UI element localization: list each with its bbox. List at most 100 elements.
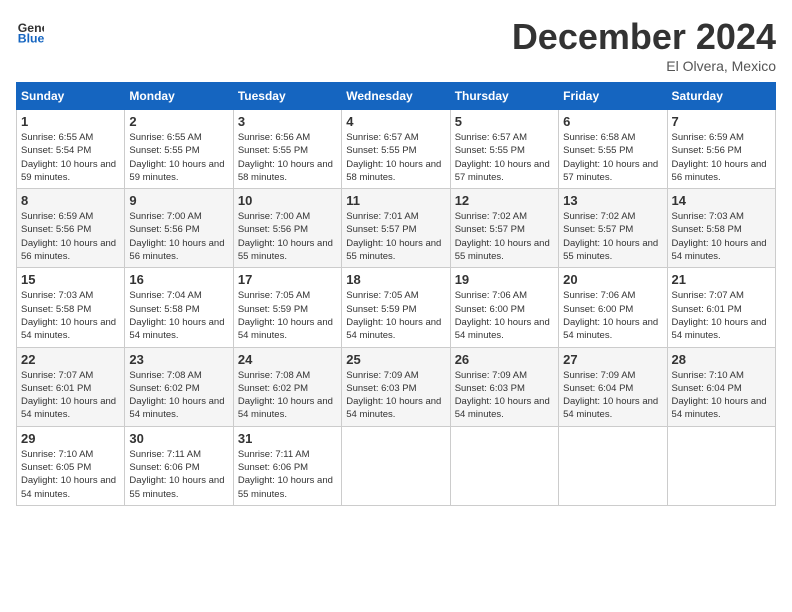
cell-info: Sunrise: 7:02 AM Sunset: 5:57 PM Dayligh… bbox=[563, 210, 662, 263]
day-number: 26 bbox=[455, 352, 554, 367]
table-row: 1 Sunrise: 6:55 AM Sunset: 5:54 PM Dayli… bbox=[17, 110, 125, 189]
table-row: 5 Sunrise: 6:57 AM Sunset: 5:55 PM Dayli… bbox=[450, 110, 558, 189]
cell-info: Sunrise: 7:11 AM Sunset: 6:06 PM Dayligh… bbox=[238, 448, 337, 501]
day-number: 2 bbox=[129, 114, 228, 129]
cell-info: Sunrise: 6:59 AM Sunset: 5:56 PM Dayligh… bbox=[672, 131, 771, 184]
day-number: 6 bbox=[563, 114, 662, 129]
week-row: 29 Sunrise: 7:10 AM Sunset: 6:05 PM Dayl… bbox=[17, 426, 776, 505]
cell-info: Sunrise: 6:56 AM Sunset: 5:55 PM Dayligh… bbox=[238, 131, 337, 184]
col-tuesday: Tuesday bbox=[233, 83, 341, 110]
day-number: 19 bbox=[455, 272, 554, 287]
table-row: 3 Sunrise: 6:56 AM Sunset: 5:55 PM Dayli… bbox=[233, 110, 341, 189]
day-number: 24 bbox=[238, 352, 337, 367]
table-row: 21 Sunrise: 7:07 AM Sunset: 6:01 PM Dayl… bbox=[667, 268, 775, 347]
table-row bbox=[450, 426, 558, 505]
table-row: 27 Sunrise: 7:09 AM Sunset: 6:04 PM Dayl… bbox=[559, 347, 667, 426]
month-title: December 2024 bbox=[512, 16, 776, 58]
day-number: 7 bbox=[672, 114, 771, 129]
day-number: 11 bbox=[346, 193, 445, 208]
table-row: 13 Sunrise: 7:02 AM Sunset: 5:57 PM Dayl… bbox=[559, 189, 667, 268]
table-row: 22 Sunrise: 7:07 AM Sunset: 6:01 PM Dayl… bbox=[17, 347, 125, 426]
cell-info: Sunrise: 7:01 AM Sunset: 5:57 PM Dayligh… bbox=[346, 210, 445, 263]
col-sunday: Sunday bbox=[17, 83, 125, 110]
cell-info: Sunrise: 7:04 AM Sunset: 5:58 PM Dayligh… bbox=[129, 289, 228, 342]
table-row: 24 Sunrise: 7:08 AM Sunset: 6:02 PM Dayl… bbox=[233, 347, 341, 426]
day-number: 1 bbox=[21, 114, 120, 129]
day-number: 23 bbox=[129, 352, 228, 367]
header-row: Sunday Monday Tuesday Wednesday Thursday… bbox=[17, 83, 776, 110]
day-number: 10 bbox=[238, 193, 337, 208]
day-number: 30 bbox=[129, 431, 228, 446]
day-number: 27 bbox=[563, 352, 662, 367]
table-row: 16 Sunrise: 7:04 AM Sunset: 5:58 PM Dayl… bbox=[125, 268, 233, 347]
calendar-table: Sunday Monday Tuesday Wednesday Thursday… bbox=[16, 82, 776, 506]
cell-info: Sunrise: 7:08 AM Sunset: 6:02 PM Dayligh… bbox=[129, 369, 228, 422]
day-number: 28 bbox=[672, 352, 771, 367]
table-row: 30 Sunrise: 7:11 AM Sunset: 6:06 PM Dayl… bbox=[125, 426, 233, 505]
day-number: 14 bbox=[672, 193, 771, 208]
cell-info: Sunrise: 7:00 AM Sunset: 5:56 PM Dayligh… bbox=[129, 210, 228, 263]
day-number: 12 bbox=[455, 193, 554, 208]
table-row: 7 Sunrise: 6:59 AM Sunset: 5:56 PM Dayli… bbox=[667, 110, 775, 189]
cell-info: Sunrise: 7:10 AM Sunset: 6:05 PM Dayligh… bbox=[21, 448, 120, 501]
cell-info: Sunrise: 7:08 AM Sunset: 6:02 PM Dayligh… bbox=[238, 369, 337, 422]
table-row: 2 Sunrise: 6:55 AM Sunset: 5:55 PM Dayli… bbox=[125, 110, 233, 189]
cell-info: Sunrise: 6:57 AM Sunset: 5:55 PM Dayligh… bbox=[455, 131, 554, 184]
table-row: 28 Sunrise: 7:10 AM Sunset: 6:04 PM Dayl… bbox=[667, 347, 775, 426]
col-wednesday: Wednesday bbox=[342, 83, 450, 110]
svg-text:Blue: Blue bbox=[18, 31, 44, 44]
cell-info: Sunrise: 6:57 AM Sunset: 5:55 PM Dayligh… bbox=[346, 131, 445, 184]
table-row: 20 Sunrise: 7:06 AM Sunset: 6:00 PM Dayl… bbox=[559, 268, 667, 347]
table-row bbox=[559, 426, 667, 505]
logo: General Blue bbox=[16, 16, 44, 44]
table-row: 4 Sunrise: 6:57 AM Sunset: 5:55 PM Dayli… bbox=[342, 110, 450, 189]
cell-info: Sunrise: 7:00 AM Sunset: 5:56 PM Dayligh… bbox=[238, 210, 337, 263]
table-row bbox=[342, 426, 450, 505]
cell-info: Sunrise: 7:02 AM Sunset: 5:57 PM Dayligh… bbox=[455, 210, 554, 263]
cell-info: Sunrise: 6:55 AM Sunset: 5:54 PM Dayligh… bbox=[21, 131, 120, 184]
week-row: 22 Sunrise: 7:07 AM Sunset: 6:01 PM Dayl… bbox=[17, 347, 776, 426]
cell-info: Sunrise: 7:11 AM Sunset: 6:06 PM Dayligh… bbox=[129, 448, 228, 501]
table-row: 31 Sunrise: 7:11 AM Sunset: 6:06 PM Dayl… bbox=[233, 426, 341, 505]
cell-info: Sunrise: 7:06 AM Sunset: 6:00 PM Dayligh… bbox=[455, 289, 554, 342]
day-number: 4 bbox=[346, 114, 445, 129]
day-number: 31 bbox=[238, 431, 337, 446]
day-number: 21 bbox=[672, 272, 771, 287]
title-area: December 2024 El Olvera, Mexico bbox=[512, 16, 776, 74]
table-row: 25 Sunrise: 7:09 AM Sunset: 6:03 PM Dayl… bbox=[342, 347, 450, 426]
day-number: 9 bbox=[129, 193, 228, 208]
cell-info: Sunrise: 6:58 AM Sunset: 5:55 PM Dayligh… bbox=[563, 131, 662, 184]
header: General Blue December 2024 El Olvera, Me… bbox=[16, 16, 776, 74]
day-number: 15 bbox=[21, 272, 120, 287]
day-number: 5 bbox=[455, 114, 554, 129]
week-row: 1 Sunrise: 6:55 AM Sunset: 5:54 PM Dayli… bbox=[17, 110, 776, 189]
week-row: 8 Sunrise: 6:59 AM Sunset: 5:56 PM Dayli… bbox=[17, 189, 776, 268]
table-row: 8 Sunrise: 6:59 AM Sunset: 5:56 PM Dayli… bbox=[17, 189, 125, 268]
location-title: El Olvera, Mexico bbox=[512, 58, 776, 74]
day-number: 13 bbox=[563, 193, 662, 208]
day-number: 29 bbox=[21, 431, 120, 446]
table-row: 26 Sunrise: 7:09 AM Sunset: 6:03 PM Dayl… bbox=[450, 347, 558, 426]
day-number: 17 bbox=[238, 272, 337, 287]
cell-info: Sunrise: 7:05 AM Sunset: 5:59 PM Dayligh… bbox=[346, 289, 445, 342]
table-row bbox=[667, 426, 775, 505]
cell-info: Sunrise: 7:07 AM Sunset: 6:01 PM Dayligh… bbox=[21, 369, 120, 422]
day-number: 18 bbox=[346, 272, 445, 287]
table-row: 9 Sunrise: 7:00 AM Sunset: 5:56 PM Dayli… bbox=[125, 189, 233, 268]
col-monday: Monday bbox=[125, 83, 233, 110]
logo-icon: General Blue bbox=[16, 16, 44, 44]
cell-info: Sunrise: 6:59 AM Sunset: 5:56 PM Dayligh… bbox=[21, 210, 120, 263]
cell-info: Sunrise: 7:07 AM Sunset: 6:01 PM Dayligh… bbox=[672, 289, 771, 342]
cell-info: Sunrise: 7:09 AM Sunset: 6:03 PM Dayligh… bbox=[346, 369, 445, 422]
table-row: 18 Sunrise: 7:05 AM Sunset: 5:59 PM Dayl… bbox=[342, 268, 450, 347]
table-row: 17 Sunrise: 7:05 AM Sunset: 5:59 PM Dayl… bbox=[233, 268, 341, 347]
cell-info: Sunrise: 7:05 AM Sunset: 5:59 PM Dayligh… bbox=[238, 289, 337, 342]
day-number: 3 bbox=[238, 114, 337, 129]
day-number: 25 bbox=[346, 352, 445, 367]
col-friday: Friday bbox=[559, 83, 667, 110]
table-row: 19 Sunrise: 7:06 AM Sunset: 6:00 PM Dayl… bbox=[450, 268, 558, 347]
day-number: 20 bbox=[563, 272, 662, 287]
cell-info: Sunrise: 7:10 AM Sunset: 6:04 PM Dayligh… bbox=[672, 369, 771, 422]
day-number: 16 bbox=[129, 272, 228, 287]
cell-info: Sunrise: 7:03 AM Sunset: 5:58 PM Dayligh… bbox=[21, 289, 120, 342]
